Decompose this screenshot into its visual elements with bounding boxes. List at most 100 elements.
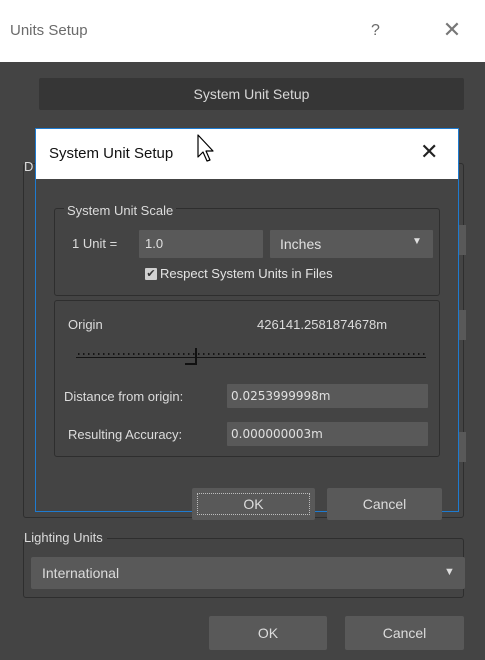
close-icon[interactable]: ✕ [436,14,468,46]
slider-tick [413,353,415,355]
slider-tick [123,353,125,355]
slider-tick [423,353,425,355]
close-icon[interactable]: ✕ [420,139,438,165]
slider-tick [208,353,210,355]
outer-window-title: Units Setup [10,22,88,39]
slider-tick [88,353,90,355]
slider-tick [363,353,365,355]
slider-tick [353,353,355,355]
slider-tick [108,353,110,355]
slider-tick [218,353,220,355]
chevron-down-icon: ▼ [412,236,422,247]
respect-system-units-label: Respect System Units in Files [160,266,333,281]
slider-tick [283,353,285,355]
slider-tick [398,353,400,355]
slider-tick [113,353,115,355]
unit-type-value: Inches [280,236,322,252]
origin-value: 426141.2581874678m [257,317,388,332]
slider-tick [388,353,390,355]
slider-tick [298,353,300,355]
slider-tick [203,353,205,355]
slider-tick [403,353,405,355]
slider-tick [248,353,250,355]
slider-tick [143,353,145,355]
slider-tick [318,353,320,355]
slider-tick [328,353,330,355]
slider-tick [83,353,85,355]
slider-tick [183,353,185,355]
slider-tick [418,353,420,355]
respect-system-units-checkbox[interactable]: ✔ [145,268,157,280]
system-unit-scale-label: System Unit Scale [64,203,177,218]
slider-tick [163,353,165,355]
slider-tick [338,353,340,355]
unit-equals-label: 1 Unit = [72,236,118,251]
slider-tick [173,353,175,355]
slider-tick [378,353,380,355]
outer-ok-button[interactable]: OK [209,616,327,650]
resulting-accuracy-value: 0.000000003m [231,427,323,441]
chevron-down-icon: ▼ [444,566,455,578]
slider-tick [223,353,225,355]
slider-tick [373,353,375,355]
slider-tick [348,353,350,355]
slider-tick [158,353,160,355]
lighting-units-label: Lighting Units [24,530,107,545]
system-unit-setup-button[interactable]: System Unit Setup [39,78,464,110]
resulting-accuracy-label: Resulting Accuracy: [68,427,183,442]
origin-label: Origin [68,317,103,332]
slider-tick [148,353,150,355]
origin-slider-thumb-foot [185,363,197,365]
slider-tick [198,353,200,355]
mouse-cursor-icon [197,134,214,162]
slider-tick [178,353,180,355]
slider-tick [303,353,305,355]
distance-from-origin-value: 0.0253999998m [231,389,331,403]
slider-tick [153,353,155,355]
unit-value-text: 1.0 [145,236,164,251]
slider-tick [383,353,385,355]
slider-tick [278,353,280,355]
slider-tick [233,353,235,355]
origin-slider-ticks [78,353,425,355]
checkmark-icon: ✔ [146,268,156,280]
slider-tick [133,353,135,355]
slider-tick [98,353,100,355]
origin-slider-thumb[interactable] [195,348,197,364]
lighting-units-value: International [42,565,120,581]
slider-tick [313,353,315,355]
slider-tick [268,353,270,355]
slider-tick [273,353,275,355]
help-button[interactable]: ? [371,22,380,40]
slider-tick [213,353,215,355]
slider-tick [368,353,370,355]
dialog-title: System Unit Setup [49,145,174,162]
slider-tick [118,353,120,355]
slider-tick [168,353,170,355]
slider-tick [288,353,290,355]
slider-tick [333,353,335,355]
slider-tick [343,353,345,355]
slider-tick [408,353,410,355]
slider-tick [308,353,310,355]
slider-tick [323,353,325,355]
slider-tick [358,353,360,355]
slider-tick [78,353,80,355]
dialog-ok-label[interactable]: OK [192,488,315,520]
slider-tick [293,353,295,355]
slider-tick [243,353,245,355]
slider-tick [263,353,265,355]
slider-tick [128,353,130,355]
slider-tick [103,353,105,355]
outer-cancel-button[interactable]: Cancel [345,616,464,650]
slider-tick [238,353,240,355]
slider-tick [138,353,140,355]
slider-tick [393,353,395,355]
slider-tick [93,353,95,355]
origin-slider-track[interactable] [76,357,426,358]
dialog-cancel-button[interactable]: Cancel [327,488,442,520]
slider-tick [188,353,190,355]
slider-tick [253,353,255,355]
slider-tick [228,353,230,355]
display-unit-scale-label: D [24,159,34,174]
